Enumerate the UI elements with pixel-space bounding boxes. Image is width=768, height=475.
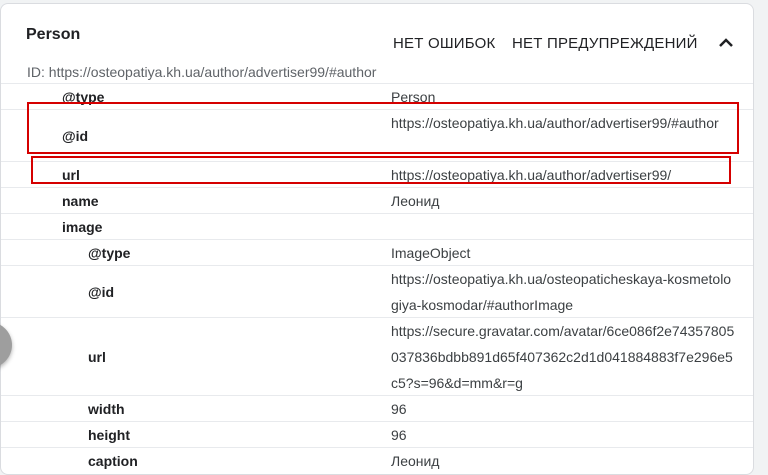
table-row: name Леонид (1, 187, 753, 214)
property-value: Леонид (391, 193, 440, 209)
property-key: @id (62, 128, 89, 144)
property-key: name (62, 193, 99, 209)
warnings-status: НЕТ ПРЕДУПРЕЖДЕНИЙ (512, 35, 698, 52)
table-row: url https://osteopatiya.kh.ua/author/adv… (1, 161, 753, 188)
property-key: url (88, 349, 106, 365)
table-row: @id https://osteopatiya.kh.ua/author/adv… (1, 109, 753, 162)
table-row: height 96 (1, 421, 753, 448)
property-value: https://osteopatiya.kh.ua/osteopatichesk… (391, 271, 732, 313)
property-key: @type (62, 89, 105, 105)
table-row: @type ImageObject (1, 239, 753, 266)
table-row: image (1, 213, 753, 240)
property-key: width (88, 401, 125, 417)
property-key: @type (88, 245, 131, 261)
property-key: height (88, 427, 130, 443)
property-value: Леонид (391, 453, 440, 469)
table-row: caption Леонид (1, 447, 753, 474)
item-id-line: ID: https://osteopatiya.kh.ua/author/adv… (27, 64, 377, 80)
errors-status: НЕТ ОШИБОК (393, 35, 496, 52)
property-value: https://secure.gravatar.com/avatar/6ce08… (391, 323, 735, 391)
property-key: image (62, 219, 103, 235)
chevron-up-icon[interactable] (717, 34, 735, 52)
table-row: @type Person (1, 83, 753, 110)
table-row: url https://secure.gravatar.com/avatar/6… (1, 317, 753, 396)
property-value: 96 (391, 427, 407, 443)
table-row: width 96 (1, 395, 753, 422)
structured-data-card: Person НЕТ ОШИБОК НЕТ ПРЕДУПРЕЖДЕНИЙ ID:… (0, 3, 754, 475)
property-value: https://osteopatiya.kh.ua/author/adverti… (391, 115, 719, 131)
property-key: @id (88, 284, 115, 300)
property-key: caption (88, 453, 138, 469)
property-value: Person (391, 89, 436, 105)
property-value: https://osteopatiya.kh.ua/author/adverti… (391, 167, 672, 183)
item-type-title: Person (26, 26, 81, 43)
property-key: url (62, 167, 80, 183)
property-value: ImageObject (391, 245, 471, 261)
property-value: 96 (391, 401, 407, 417)
table-row: @id https://osteopatiya.kh.ua/osteopatic… (1, 265, 753, 318)
